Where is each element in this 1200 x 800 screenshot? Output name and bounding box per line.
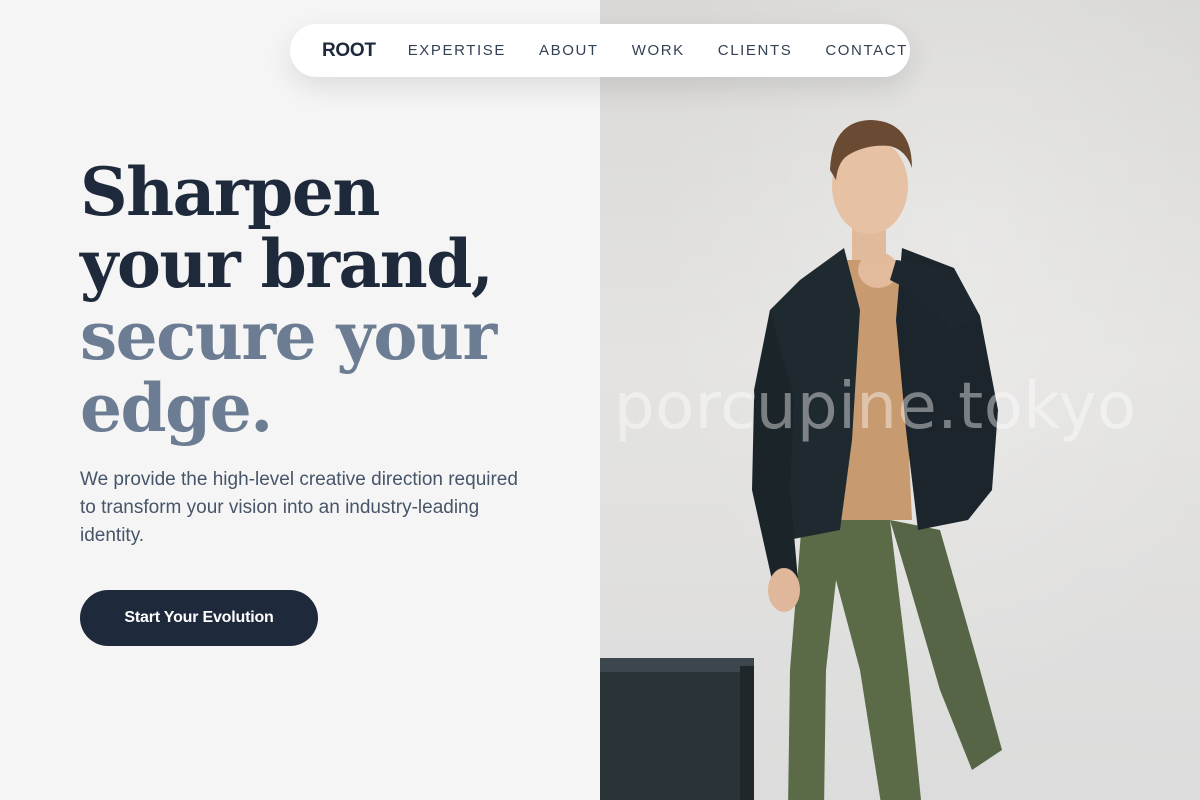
headline-line-1: Sharpen [80, 153, 380, 231]
brand-logo[interactable]: ROOT [322, 40, 376, 62]
nav-link-clients[interactable]: CLIENTS [718, 42, 793, 59]
model-photo [752, 120, 1002, 800]
display-plinth [600, 658, 754, 800]
watermark-text: porcupine.tokyo [614, 370, 1137, 444]
headline-line-4: edge. [80, 369, 273, 447]
headline-line-3: secure your [80, 297, 497, 375]
plinth-top [600, 658, 754, 672]
nav-link-contact[interactable]: CONTACT [825, 42, 908, 59]
start-evolution-button[interactable]: Start Your Evolution [80, 590, 318, 646]
nav-link-about[interactable]: ABOUT [539, 42, 599, 59]
plinth-side [740, 666, 754, 800]
top-navigation: ROOT EXPERTISE ABOUT WORK CLIENTS CONTAC… [290, 24, 910, 77]
nav-link-expertise[interactable]: EXPERTISE [408, 42, 506, 59]
nav-link-work[interactable]: WORK [632, 42, 685, 59]
headline-line-2: your brand, [80, 225, 494, 303]
hero-headline: Sharpen your brand, secure your edge. [80, 153, 497, 447]
hero-description: We provide the high-level creative direc… [80, 469, 518, 546]
